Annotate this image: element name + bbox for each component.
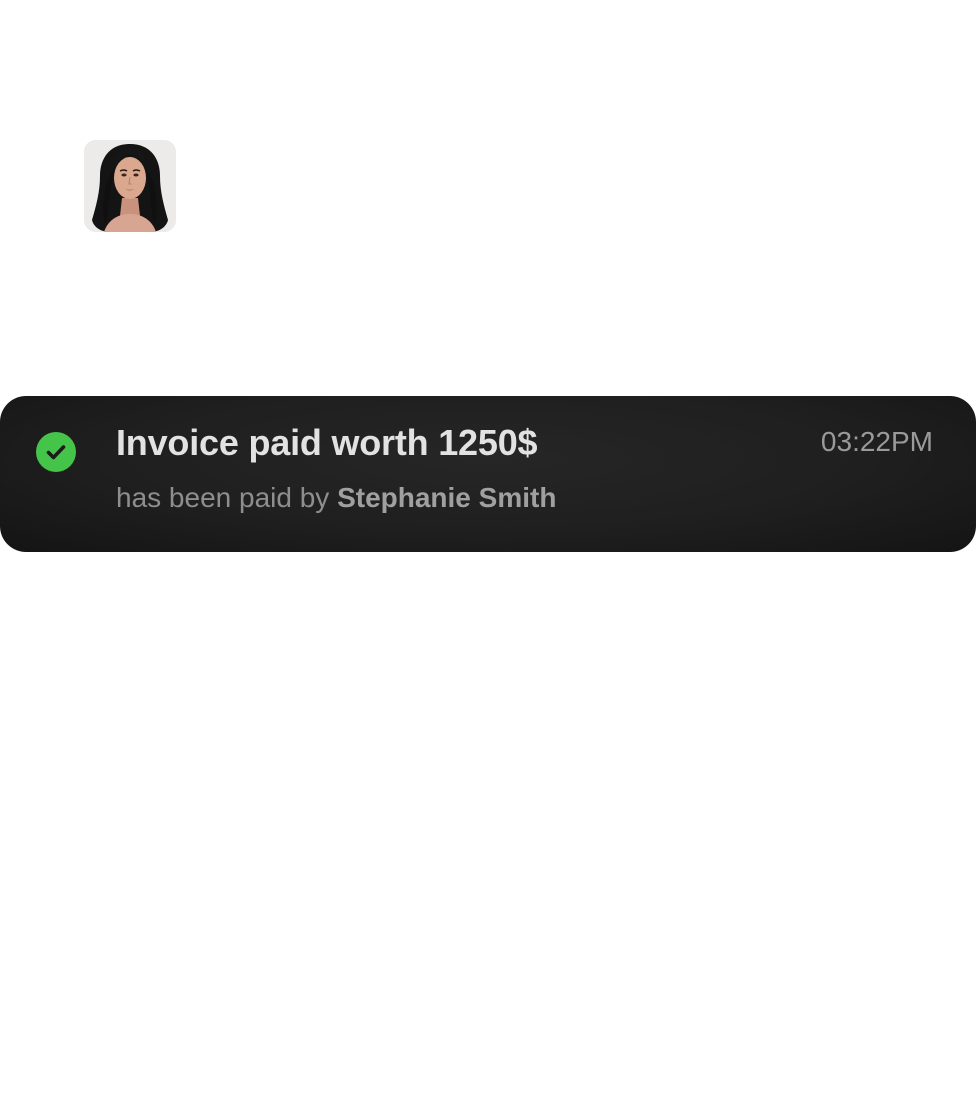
- notification-time: 03:22PM: [820, 426, 933, 457]
- avatar-photo: [84, 140, 176, 232]
- notification-subtitle: has been paid by Stephanie Smith: [116, 478, 556, 518]
- subtitle-prefix: has been paid by: [116, 482, 330, 513]
- avatar[interactable]: [84, 140, 176, 232]
- check-circle-icon: [36, 432, 76, 472]
- notification-toast[interactable]: [0, 396, 976, 552]
- payer-name: Stephanie Smith: [337, 482, 557, 513]
- notification-title: Invoice paid worth 1250$: [116, 422, 538, 463]
